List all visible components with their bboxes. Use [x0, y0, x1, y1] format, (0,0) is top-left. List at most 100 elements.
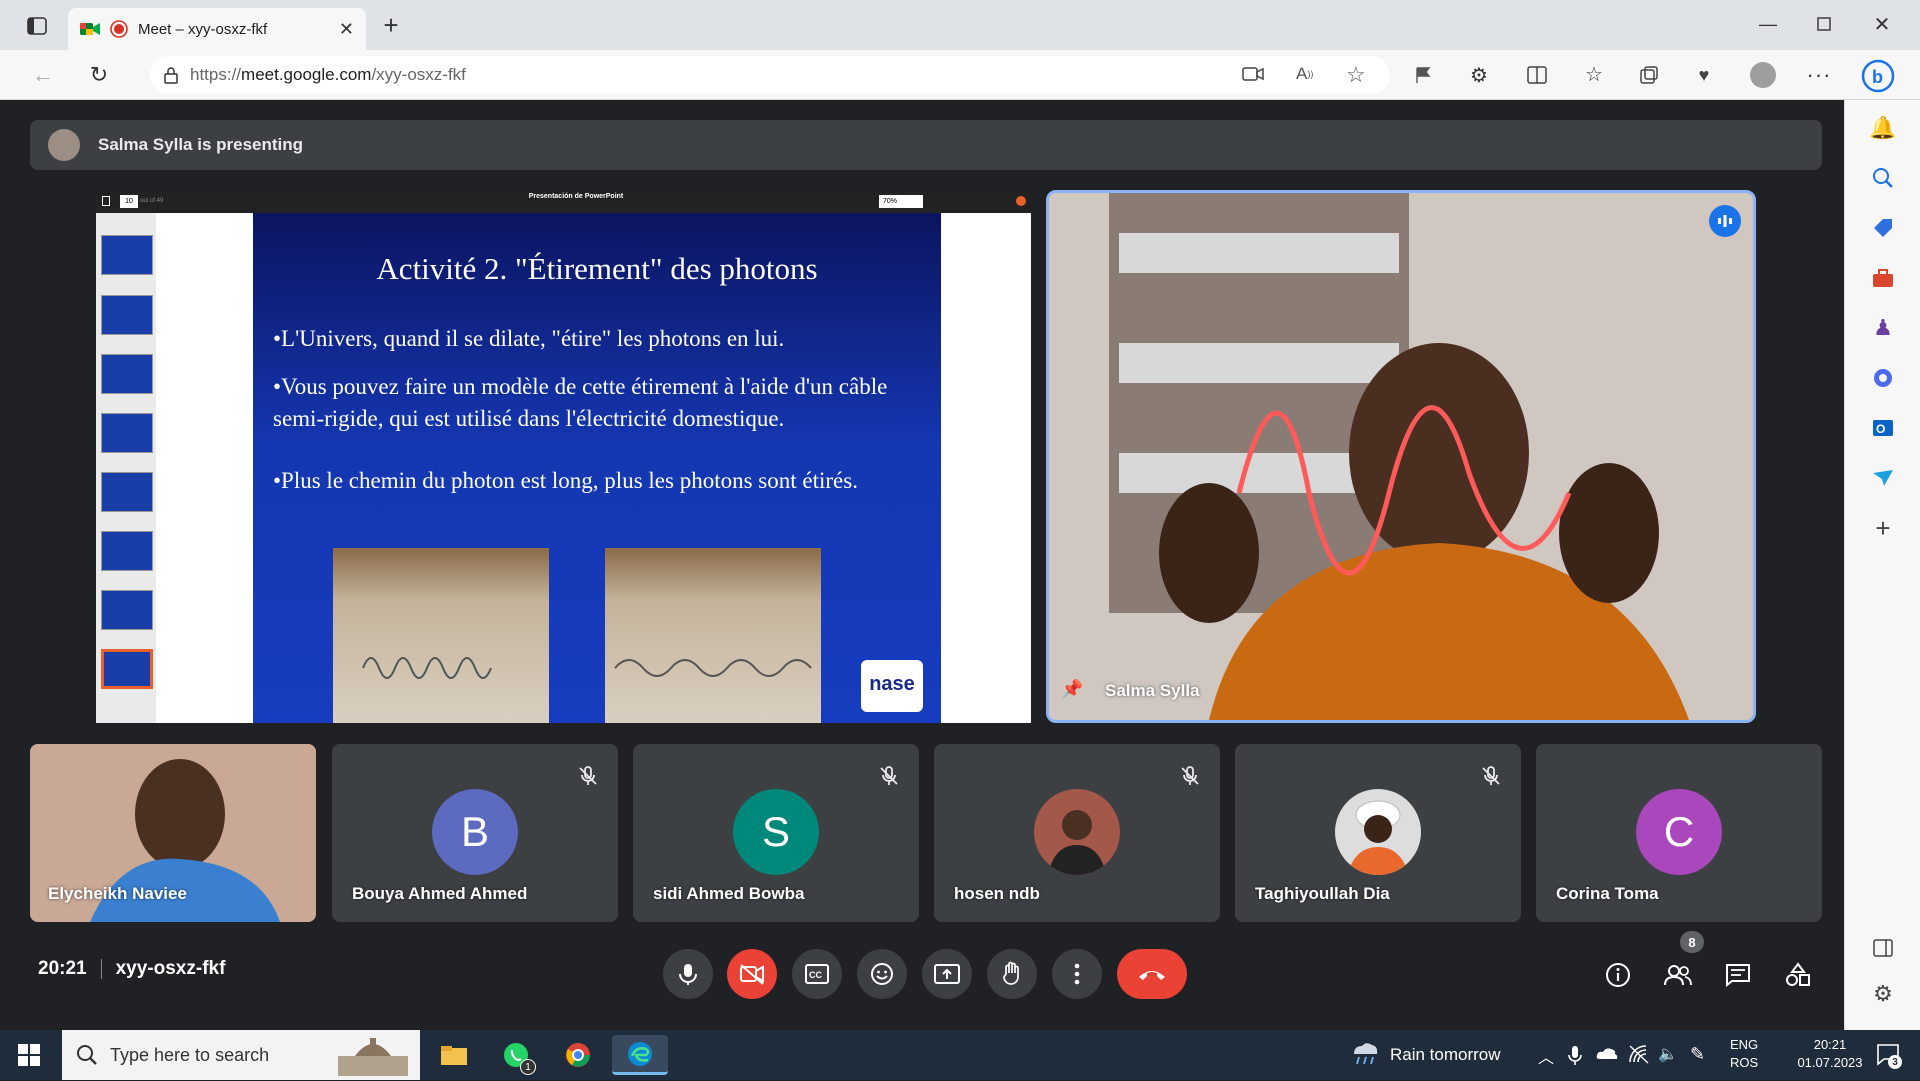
hide-sidebar-icon[interactable] — [1869, 934, 1897, 962]
new-tab-icon[interactable]: + — [378, 10, 404, 40]
shopping-tag-icon[interactable] — [1869, 214, 1897, 242]
chat-button[interactable] — [1718, 955, 1758, 995]
volume-icon[interactable]: 🔈 — [1658, 1044, 1680, 1064]
more-options-button[interactable] — [1052, 949, 1102, 999]
performance-icon[interactable]: ♥ — [1692, 64, 1716, 86]
microsoft365-icon[interactable] — [1869, 364, 1897, 392]
chrome-icon[interactable] — [556, 1035, 600, 1075]
presenter-video-tile[interactable]: 📌 Salma Sylla — [1046, 190, 1756, 723]
recording-icon — [110, 20, 128, 38]
participant-tile[interactable]: S sidi Ahmed Bowba — [633, 744, 919, 922]
language-indicator[interactable]: ENG ROS — [1730, 1036, 1758, 1072]
show-hidden-icons-icon[interactable]: ︿ — [1538, 1044, 1554, 1068]
minimize-icon[interactable]: — — [1756, 12, 1780, 36]
flag-icon[interactable] — [1412, 64, 1434, 86]
taskbar-clock[interactable]: 20:21 01.07.2023 — [1780, 1036, 1880, 1072]
present-now-button[interactable] — [922, 949, 972, 999]
network-icon[interactable] — [1628, 1044, 1650, 1064]
participant-avatar-photo — [1335, 789, 1421, 875]
people-count-badge: 8 — [1680, 931, 1704, 953]
clock-time: 20:21 — [1813, 1037, 1847, 1052]
participant-tile[interactable]: C Corina Toma — [1536, 744, 1822, 922]
weather-rain-icon[interactable] — [1350, 1040, 1382, 1068]
split-screen-icon[interactable] — [1526, 64, 1548, 86]
weather-text[interactable]: Rain tomorrow — [1390, 1045, 1501, 1065]
search-icon[interactable] — [1869, 164, 1897, 192]
games-icon[interactable]: ♟ — [1869, 314, 1897, 342]
notification-center-icon[interactable]: 3 — [1876, 1042, 1902, 1069]
extensions-icon[interactable]: ⚙ — [1468, 64, 1490, 87]
url-path: /xyy-osxz-fkf — [371, 65, 466, 84]
favorite-star-icon[interactable]: ☆ — [1346, 62, 1366, 88]
bing-copilot-icon[interactable]: b — [1860, 58, 1896, 94]
url-host: meet.google.com — [241, 65, 372, 84]
read-aloud-icon[interactable]: A)) — [1296, 64, 1313, 84]
meet-favicon-icon — [80, 21, 100, 37]
presenting-banner: Salma Sylla is presenting — [30, 120, 1822, 170]
tab-meet[interactable]: Meet – xyy-osxz-fkf ✕ — [68, 8, 366, 50]
url-bar[interactable]: https://meet.google.com/xyy-osxz-fkf A))… — [150, 56, 1390, 94]
tools-icon[interactable] — [1869, 264, 1897, 292]
notifications-icon[interactable]: 🔔 — [1869, 114, 1897, 142]
participant-tile[interactable]: Taghiyoullah Dia — [1235, 744, 1521, 922]
ppt-zoom-select: 70% — [879, 195, 923, 208]
captions-button[interactable]: CC — [792, 949, 842, 999]
edge-sidebar: 🔔 ♟ O + ⚙ — [1844, 100, 1920, 1030]
address-toolbar: ← ↻ https://meet.google.com/xyy-osxz-fkf… — [0, 50, 1920, 100]
mic-tray-icon[interactable] — [1568, 1044, 1582, 1066]
speaking-indicator-icon — [1709, 205, 1741, 237]
ppt-sidebar-toggle-icon — [102, 196, 110, 206]
people-icon — [1664, 965, 1692, 986]
refresh-icon[interactable]: ↻ — [86, 62, 112, 88]
pen-input-icon[interactable]: ✎ — [1690, 1044, 1712, 1066]
raise-hand-button[interactable] — [987, 949, 1037, 999]
leave-call-button[interactable] — [1117, 949, 1187, 999]
outlook-icon[interactable]: O — [1869, 414, 1897, 442]
add-sidebar-icon[interactable]: + — [1869, 513, 1897, 543]
participant-name: sidi Ahmed Bowba — [653, 884, 805, 903]
more-menu-icon[interactable]: ··· — [1806, 62, 1832, 88]
slide-bullet: •L'Univers, quand il se dilate, "étire" … — [273, 326, 785, 351]
slide-thumbnail — [101, 472, 153, 512]
participant-name: Corina Toma — [1556, 884, 1659, 903]
collections-icon[interactable] — [1638, 64, 1660, 86]
windows-start-icon[interactable] — [18, 1044, 40, 1066]
participant-name: Elycheikh Naviee — [48, 884, 187, 903]
profile-avatar[interactable] — [1750, 62, 1776, 88]
back-icon[interactable]: ← — [30, 62, 56, 88]
keyboard-layout: ROS — [1730, 1055, 1759, 1070]
divider — [100, 959, 102, 979]
onedrive-cloud-icon[interactable] — [1596, 1046, 1618, 1062]
microphone-button[interactable] — [663, 949, 713, 999]
participant-tile[interactable]: Elycheikh Naviee — [30, 744, 316, 922]
taskbar-search-box[interactable]: Type here to search — [62, 1030, 420, 1080]
participant-tile[interactable]: B Bouya Ahmed Ahmed — [332, 744, 618, 922]
camera-off-button[interactable] — [727, 949, 777, 999]
camera-in-use-icon[interactable] — [1242, 66, 1264, 82]
whatsapp-icon[interactable]: 1 — [494, 1035, 538, 1075]
participant-tile[interactable]: hosen ndb — [934, 744, 1220, 922]
people-button[interactable]: 8 — [1658, 931, 1704, 995]
activities-button[interactable] — [1778, 955, 1818, 995]
meeting-details-button[interactable] — [1598, 955, 1638, 995]
settings-gear-icon[interactable]: ⚙ — [1869, 980, 1897, 1008]
tab-actions-icon[interactable] — [26, 16, 48, 36]
send-icon[interactable] — [1869, 464, 1897, 492]
tab-close-icon[interactable]: ✕ — [339, 19, 354, 40]
favorites-icon[interactable]: ☆ — [1582, 62, 1606, 86]
presented-screen: 10 out of 49 Presentación de PowerPoint … — [96, 190, 1031, 723]
mic-off-icon — [576, 764, 600, 788]
raise-hand-icon — [1003, 961, 1019, 985]
window-close-icon[interactable]: ✕ — [1870, 12, 1894, 36]
pin-icon[interactable]: 📌 — [1061, 679, 1083, 701]
maximize-icon[interactable] — [1812, 12, 1836, 36]
presenting-text: Salma Sylla is presenting — [98, 135, 304, 154]
slide-thumbnail — [101, 354, 153, 394]
slide-thumbnail — [101, 235, 153, 275]
search-icon — [76, 1044, 98, 1071]
end-call-icon — [1139, 971, 1165, 980]
emoji-reactions-button[interactable] — [857, 949, 907, 999]
file-explorer-icon[interactable] — [432, 1035, 476, 1075]
edge-taskbar-icon[interactable] — [612, 1035, 668, 1075]
ppt-page-input: 10 — [120, 195, 138, 208]
